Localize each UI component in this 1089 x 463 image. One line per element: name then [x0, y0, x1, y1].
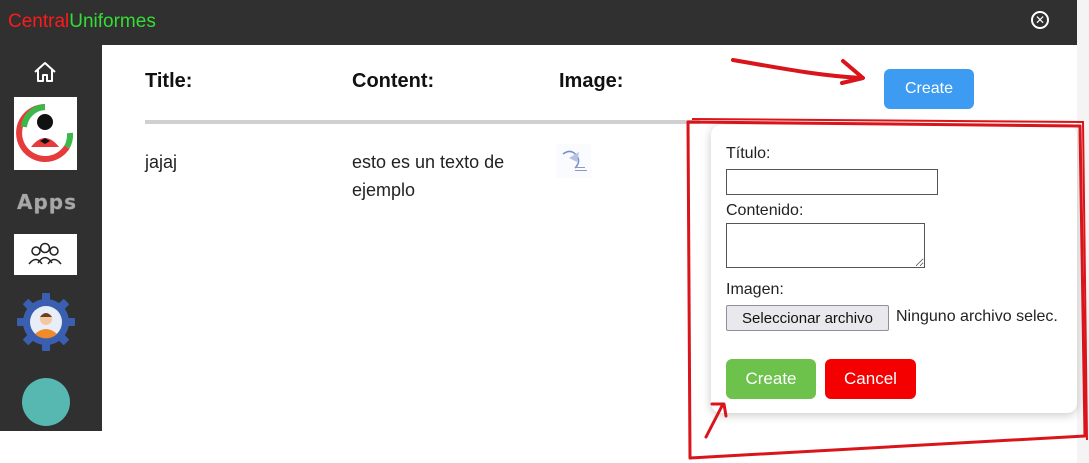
- brand-title: CentralUniformes: [8, 11, 156, 33]
- thumbnail-image: [557, 144, 591, 178]
- central-uniformes-logo: [16, 104, 74, 162]
- brand-part-central: Central: [8, 11, 70, 32]
- content-textarea[interactable]: [726, 223, 925, 268]
- modal-create-button[interactable]: Create: [726, 359, 816, 399]
- users-icon[interactable]: [14, 234, 77, 275]
- header-content: Content:: [352, 70, 435, 92]
- image-label: Imagen:: [726, 281, 784, 298]
- cancel-button[interactable]: Cancel: [825, 359, 916, 399]
- home-icon[interactable]: [32, 60, 58, 84]
- row-content: esto es un texto de ejemplo: [352, 152, 505, 200]
- window-edge: [1077, 0, 1089, 463]
- apps-label[interactable]: Apps: [14, 190, 80, 214]
- top-bar: CentralUniformes ✕: [0, 0, 1077, 45]
- brand-part-uniformes: Uniformes: [69, 11, 156, 32]
- annotation-arrow: [731, 58, 864, 80]
- sidebar-bottom-gap: [0, 431, 102, 463]
- create-button[interactable]: Create: [884, 69, 974, 109]
- row-title: jajaj: [145, 152, 178, 172]
- file-select-button[interactable]: Seleccionar archivo: [726, 305, 889, 331]
- file-status-text: Ninguno archivo selec.: [896, 308, 1058, 325]
- title-input[interactable]: [726, 169, 938, 195]
- thumbnail-graphic: [562, 150, 587, 171]
- title-label: Título:: [726, 145, 771, 162]
- header-title: Title:: [145, 70, 193, 92]
- annotation-arrowhead: [840, 59, 865, 85]
- profile-settings-icon[interactable]: [16, 292, 76, 352]
- header-divider: [145, 120, 700, 124]
- content-label: Contenido:: [726, 202, 804, 219]
- header-image: Image:: [559, 70, 624, 92]
- close-icon[interactable]: ✕: [1031, 11, 1049, 29]
- circle-icon[interactable]: [22, 378, 70, 426]
- logo-icon[interactable]: [14, 97, 77, 170]
- users-group-icon: [28, 242, 62, 265]
